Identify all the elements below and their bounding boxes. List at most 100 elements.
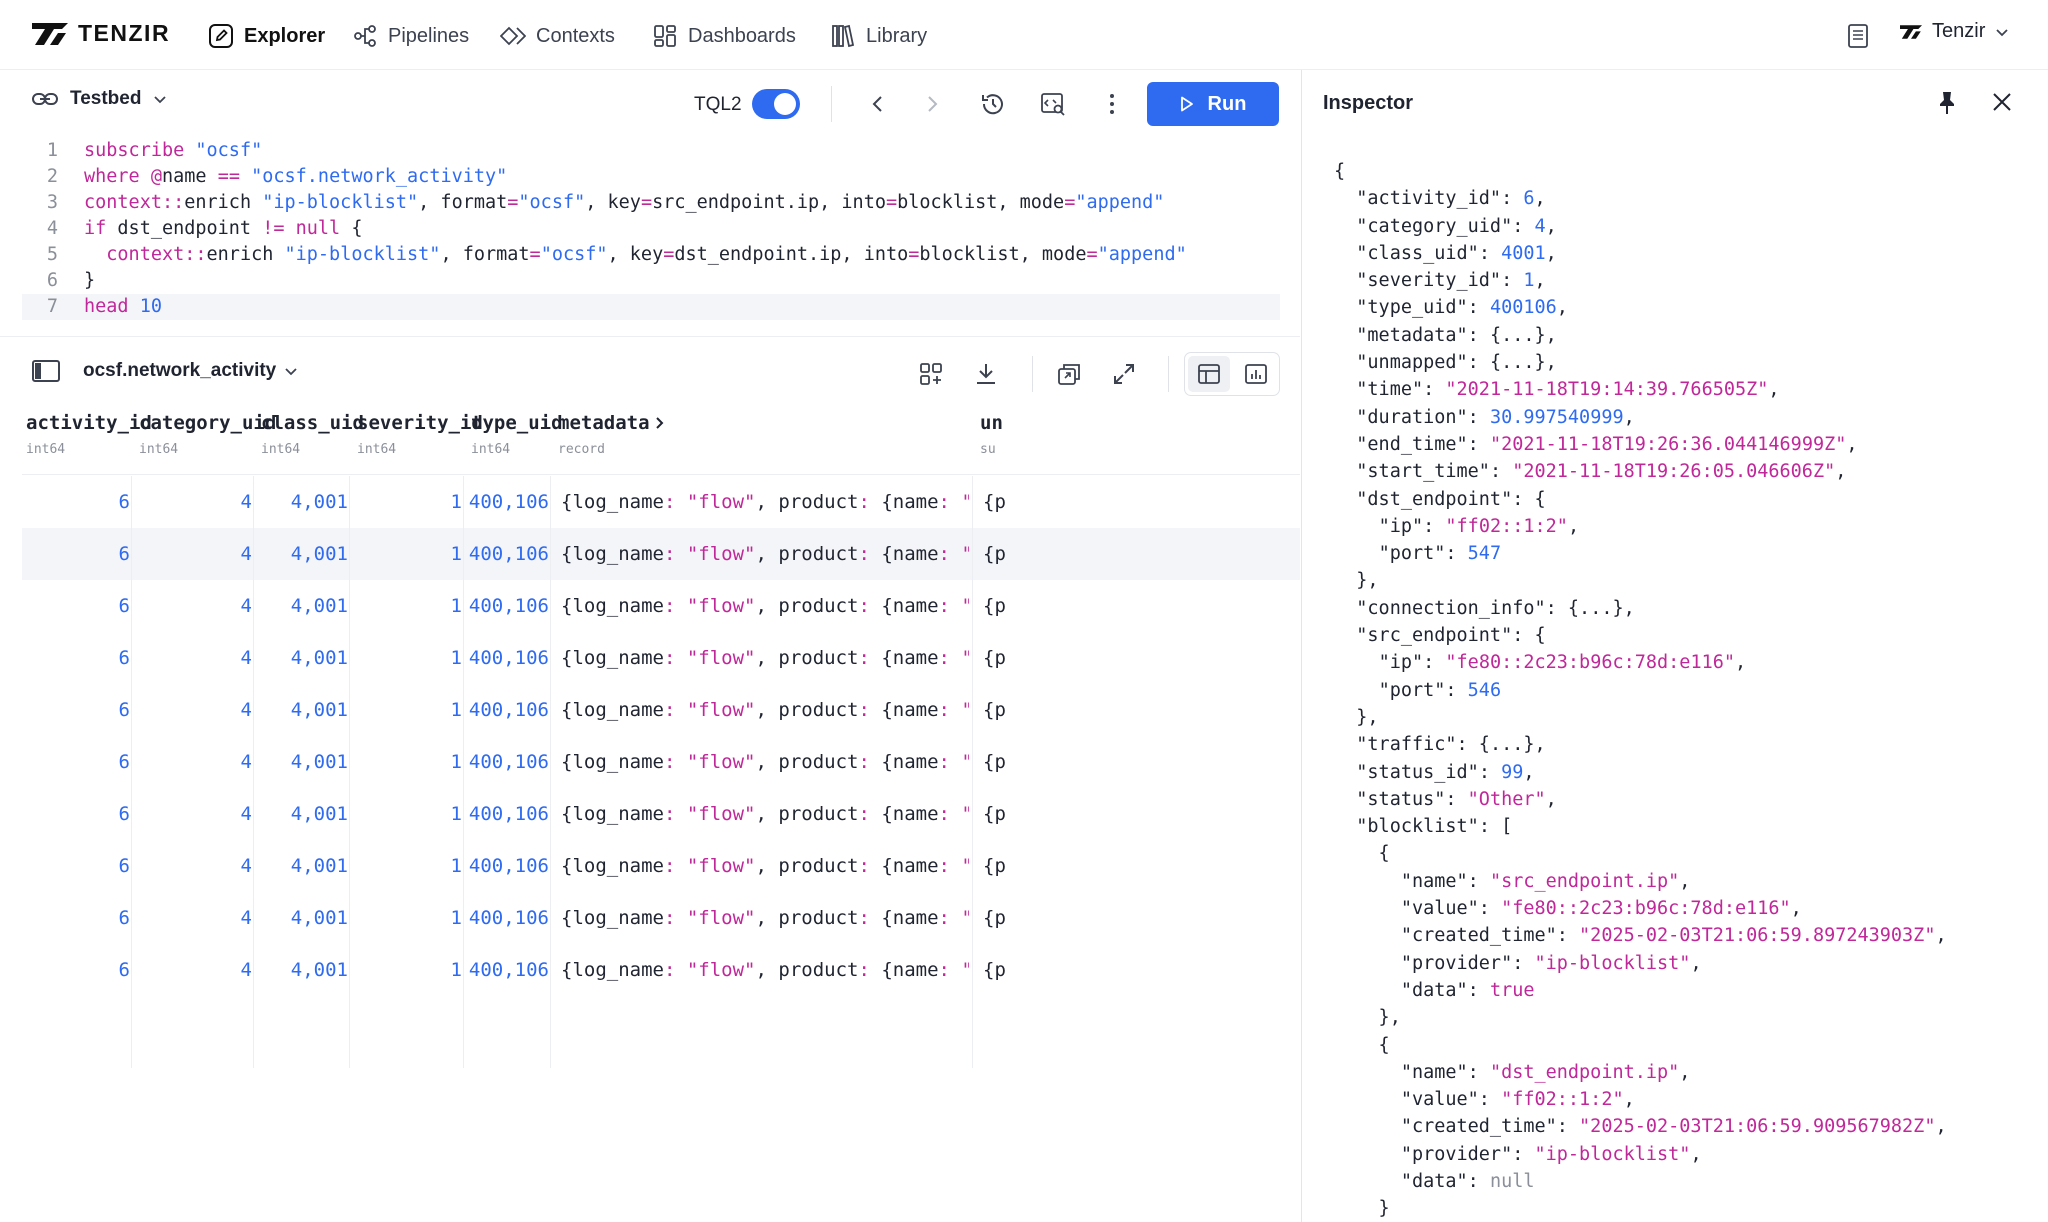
copy-button[interactable] [1055, 360, 1083, 388]
table-row[interactable]: 6 4 4,001 1 400,106 {log_name: "flow", produc… [22, 684, 1300, 736]
code-line[interactable]: 4 if dst_endpoint != null { [22, 216, 1280, 242]
nav-contexts-label: Contexts [536, 24, 615, 47]
column-name: un [980, 412, 1003, 434]
code-line[interactable]: 3 context::enrich "ip-blocklist", format=… [22, 190, 1280, 216]
code-line[interactable]: 6} [22, 268, 1280, 294]
table-row[interactable]: 6 4 4,001 1 400,106 {log_name: "flow", produc… [22, 788, 1300, 840]
table-cell: {log_name: "flow", product: {name: "Suri… [561, 855, 969, 877]
add-column-button[interactable] [917, 360, 945, 388]
nav-library[interactable]: Library [830, 20, 927, 52]
more-vertical-icon [1110, 94, 1114, 114]
more-options-button[interactable] [1098, 90, 1126, 118]
json-line: "unmapped": {...}, [1356, 352, 1557, 374]
table-cell: 4 [240, 803, 252, 825]
json-line: "severity_id": 1, [1356, 270, 1546, 292]
table-cell: 4,001 [290, 751, 348, 773]
table-cell: 1 [450, 751, 462, 773]
column-type: int64 [26, 442, 66, 457]
grid-add-icon [920, 363, 942, 385]
table-cell: {p [983, 595, 1006, 617]
history-icon [982, 94, 1003, 115]
json-line: "value": "ff02::1:2", [1400, 1089, 1635, 1111]
code-text: where @name == "ocsf.network_activity" [84, 166, 508, 187]
table-cell: 1 [450, 543, 462, 565]
chart-view-button[interactable] [1235, 356, 1277, 392]
account-menu[interactable]: Tenzir [1900, 20, 2009, 43]
column-header-type-uid[interactable]: type_uid int64 [471, 412, 563, 457]
table-row[interactable]: 6 4 4,001 1 400,106 {log_name: "flow", produc… [22, 944, 1300, 996]
column-header-un[interactable]: un su [980, 412, 1003, 457]
column-name: category_uid [139, 412, 277, 434]
json-line: "start_time": "2021-11-18T19:26:05.04660… [1356, 461, 1847, 483]
schema-selector[interactable]: ocsf.network_activity [83, 360, 298, 382]
table-cell: 4 [240, 751, 252, 773]
json-line: "provider": "ip-blocklist", [1400, 1143, 1702, 1165]
workspace-selector[interactable]: Testbed [32, 88, 167, 110]
pipeline-icon [354, 25, 376, 47]
table-row[interactable]: 6 4 4,001 1 400,106 {log_name: "flow", produc… [22, 476, 1300, 528]
forward-button[interactable] [918, 90, 946, 118]
run-button[interactable]: Run [1147, 82, 1279, 126]
column-header-activity-id[interactable]: activity_id int64 [26, 412, 152, 457]
tql2-toggle[interactable] [752, 89, 800, 119]
column-header-category-uid[interactable]: category_uid int64 [139, 412, 276, 457]
explorer-main: Testbed TQL2 Run 1 subscribe "ocsf" 2 where… [0, 70, 1300, 1222]
close-icon[interactable] [1990, 90, 2014, 114]
json-line: "connection_info": {...}, [1356, 597, 1635, 619]
line-number: 7 [46, 296, 58, 317]
code-line[interactable]: 1 subscribe "ocsf" [22, 138, 1280, 164]
code-text: } [84, 270, 96, 291]
pin-icon[interactable] [1935, 90, 1959, 116]
line-number: 1 [46, 140, 58, 161]
nav-contexts[interactable]: Contexts [500, 20, 615, 52]
code-editor[interactable]: 1 subscribe "ocsf" 2 where @name == "ocsf.n… [22, 138, 1280, 320]
table-cell: 4 [240, 647, 252, 669]
table-row[interactable]: 6 4 4,001 1 400,106 {log_name: "flow", produc… [22, 632, 1300, 684]
json-line: "blocklist": [ [1356, 816, 1513, 838]
code-line[interactable]: 5 context::enrich "ip-blocklist", format… [22, 242, 1280, 268]
table-cell: 4 [240, 699, 252, 721]
json-line: "name": "src_endpoint.ip", [1400, 870, 1691, 892]
nav-library-label: Library [866, 24, 928, 47]
table-cell: 4 [240, 855, 252, 877]
table-cell: 4 [240, 491, 252, 513]
nav-explorer[interactable]: Explorer [208, 20, 325, 52]
code-search-icon [1041, 93, 1065, 116]
table-cell: 6 [118, 907, 130, 929]
table-row[interactable]: 6 4 4,001 1 400,106 {log_name: "flow", produc… [22, 840, 1300, 892]
table-cell: 1 [450, 855, 462, 877]
table-cell: 6 [118, 959, 130, 981]
json-line: "created_time": "2025-02-03T21:06:59.909… [1400, 1116, 1947, 1138]
table-row[interactable]: 6 4 4,001 1 400,106 {log_name: "flow", produc… [22, 580, 1300, 632]
table-row[interactable]: 6 4 4,001 1 400,106 {log_name: "flow", produc… [22, 736, 1300, 788]
column-header-metadata[interactable]: metadata record [558, 412, 666, 457]
table-row[interactable]: 6 4 4,001 1 400,106 {log_name: "flow", produc… [22, 528, 1300, 580]
column-header-class-uid[interactable]: class_uid int64 [261, 412, 364, 457]
history-button[interactable] [979, 90, 1007, 118]
column-header-severity-id[interactable]: severity_id int64 [357, 412, 483, 457]
download-button[interactable] [972, 360, 1000, 388]
chevron-right-icon[interactable] [654, 416, 666, 430]
code-line[interactable]: 7 head 10 [22, 294, 1280, 320]
nav-pipelines-label: Pipelines [388, 24, 470, 47]
nav-dashboards-label: Dashboards [688, 24, 796, 47]
table-view-button[interactable] [1188, 356, 1230, 392]
json-line: }, [1334, 1007, 1401, 1029]
table-row[interactable]: 6 4 4,001 1 400,106 {log_name: "flow", produc… [22, 892, 1300, 944]
table-cell: 6 [118, 699, 130, 721]
table-cell: 400,106 [468, 491, 549, 513]
code-line[interactable]: 2 where @name == "ocsf.network_activity" [22, 164, 1280, 190]
sidebar-toggle-icon[interactable] [32, 360, 60, 382]
chevron-left-icon [872, 96, 882, 112]
table-cell: {p [983, 699, 1006, 721]
chevron-right-icon [928, 96, 938, 112]
column-type: su [980, 442, 996, 457]
table-cell: 1 [450, 595, 462, 617]
back-button[interactable] [864, 90, 892, 118]
tenzir-logo[interactable]: TENZIR [32, 20, 170, 47]
expand-button[interactable] [1110, 360, 1138, 388]
code-search-button[interactable] [1039, 90, 1067, 118]
nav-pipelines[interactable]: Pipelines [352, 20, 469, 52]
nav-dashboards[interactable]: Dashboards [652, 20, 796, 52]
docs-icon[interactable] [1844, 22, 1872, 50]
